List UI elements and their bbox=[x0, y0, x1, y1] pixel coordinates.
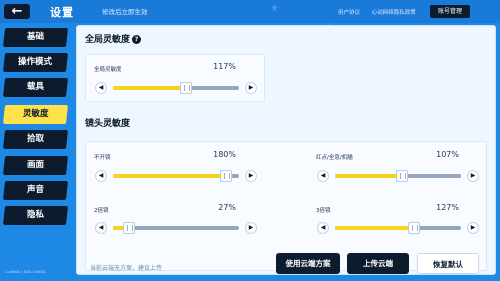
user-agreement-link[interactable]: 用户协议 bbox=[338, 10, 360, 16]
slider-value: 127% bbox=[436, 203, 459, 212]
decrease-button[interactable]: ◀ bbox=[317, 222, 329, 234]
scope-2x-slider-track[interactable] bbox=[113, 222, 239, 234]
question-icon[interactable]: ? bbox=[132, 35, 142, 44]
top-bar: ← 设置 修改后立即生效 用户协议 心动网络隐私政策 账号管理 bbox=[0, 0, 500, 23]
tab-control-mode[interactable]: 操作模式 bbox=[3, 53, 68, 72]
increase-button[interactable]: ▶ bbox=[245, 222, 257, 234]
increase-button[interactable]: ▶ bbox=[245, 82, 257, 94]
scope-3x-slider-track[interactable] bbox=[335, 222, 461, 234]
slider-fill bbox=[113, 174, 227, 178]
decrease-button[interactable]: ◀ bbox=[95, 222, 107, 234]
triangle-left-icon: ◀ bbox=[98, 224, 104, 231]
tab-basic[interactable]: 基础 bbox=[3, 28, 68, 47]
triangle-right-icon: ▶ bbox=[248, 172, 254, 179]
slider-knob[interactable] bbox=[408, 222, 421, 234]
tab-privacy[interactable]: 隐私 bbox=[3, 206, 68, 225]
triangle-right-icon: ▶ bbox=[470, 224, 476, 231]
triangle-left-icon: ◀ bbox=[320, 172, 326, 179]
slider-fill bbox=[113, 86, 187, 90]
upload-cloud-button[interactable]: 上传云端 bbox=[347, 253, 409, 274]
tab-vehicle[interactable]: 载具 bbox=[3, 78, 68, 97]
no-scope-slider-track[interactable] bbox=[113, 170, 239, 182]
triangle-right-icon: ▶ bbox=[248, 84, 254, 91]
cloud-status-text: 当前云端无方案，建议上传 bbox=[90, 265, 163, 272]
camera-sensitivity-title: 镜头灵敏度 bbox=[85, 119, 131, 129]
decrease-button[interactable]: ◀ bbox=[95, 82, 107, 94]
triangle-right-icon: ▶ bbox=[248, 224, 254, 231]
slider-label: 不开镜 bbox=[94, 155, 111, 161]
notice-text: 修改后立即生效 bbox=[102, 8, 148, 16]
account-management-button[interactable]: 账号管理 bbox=[430, 5, 470, 18]
global-slider-track[interactable] bbox=[113, 82, 239, 94]
global-sensitivity-card: 全局灵敏度 117% ◀ ▶ bbox=[85, 54, 265, 102]
back-button[interactable]: ← bbox=[4, 4, 30, 19]
triangle-right-icon: ▶ bbox=[470, 172, 476, 179]
settings-panel: 全局灵敏度? 全局灵敏度 117% ◀ ▶ 镜头灵敏度 不开镜 180% ◀ ▶… bbox=[76, 25, 496, 275]
page-title: 设置 bbox=[50, 6, 74, 19]
use-cloud-scheme-button[interactable]: 使用云端方案 bbox=[276, 253, 340, 274]
increase-button[interactable]: ▶ bbox=[467, 222, 479, 234]
tab-graphics[interactable]: 画面 bbox=[3, 156, 68, 175]
decor-star-icon: ★ bbox=[270, 3, 279, 14]
slider-fill bbox=[335, 226, 415, 230]
triangle-left-icon: ◀ bbox=[320, 224, 326, 231]
slider-knob[interactable] bbox=[395, 170, 408, 182]
global-sensitivity-title: 全局灵敏度? bbox=[85, 32, 142, 45]
slider-label: 3倍镜 bbox=[316, 208, 331, 214]
restore-default-button[interactable]: 恢复默认 bbox=[417, 253, 479, 274]
tab-sound[interactable]: 声音 bbox=[3, 181, 68, 200]
slider-label: 全局灵敏度 bbox=[94, 67, 122, 73]
slider-value: 27% bbox=[218, 203, 236, 212]
increase-button[interactable]: ▶ bbox=[467, 170, 479, 182]
increase-button[interactable]: ▶ bbox=[245, 170, 257, 182]
slider-knob[interactable] bbox=[123, 222, 136, 234]
top-links: 用户协议 心动网络隐私政策 bbox=[338, 8, 426, 16]
slider-value: 107% bbox=[436, 150, 459, 159]
slider-value: 180% bbox=[213, 150, 236, 159]
slider-value: 117% bbox=[213, 62, 236, 71]
tab-sensitivity[interactable]: 灵敏度 bbox=[3, 105, 68, 124]
arrow-left-icon: ← bbox=[11, 4, 23, 19]
camera-sensitivity-card: 不开镜 180% ◀ ▶ 红点/全息/机瞄 107% ◀ ▶ 2倍镜 27% ◀… bbox=[85, 141, 487, 271]
slider-label: 红点/全息/机瞄 bbox=[316, 155, 353, 161]
slider-knob[interactable] bbox=[220, 170, 233, 182]
version-text: 1.c0fa2b | 0.81 100001 bbox=[5, 270, 46, 274]
triangle-left-icon: ◀ bbox=[98, 172, 104, 179]
privacy-policy-link[interactable]: 心动网络隐私政策 bbox=[372, 10, 416, 16]
slider-knob[interactable] bbox=[180, 82, 193, 94]
slider-fill bbox=[335, 174, 402, 178]
triangle-left-icon: ◀ bbox=[98, 84, 104, 91]
tab-pickup[interactable]: 拾取 bbox=[3, 130, 68, 149]
decrease-button[interactable]: ◀ bbox=[317, 170, 329, 182]
slider-label: 2倍镜 bbox=[94, 208, 109, 214]
red-dot-slider-track[interactable] bbox=[335, 170, 461, 182]
decrease-button[interactable]: ◀ bbox=[95, 170, 107, 182]
